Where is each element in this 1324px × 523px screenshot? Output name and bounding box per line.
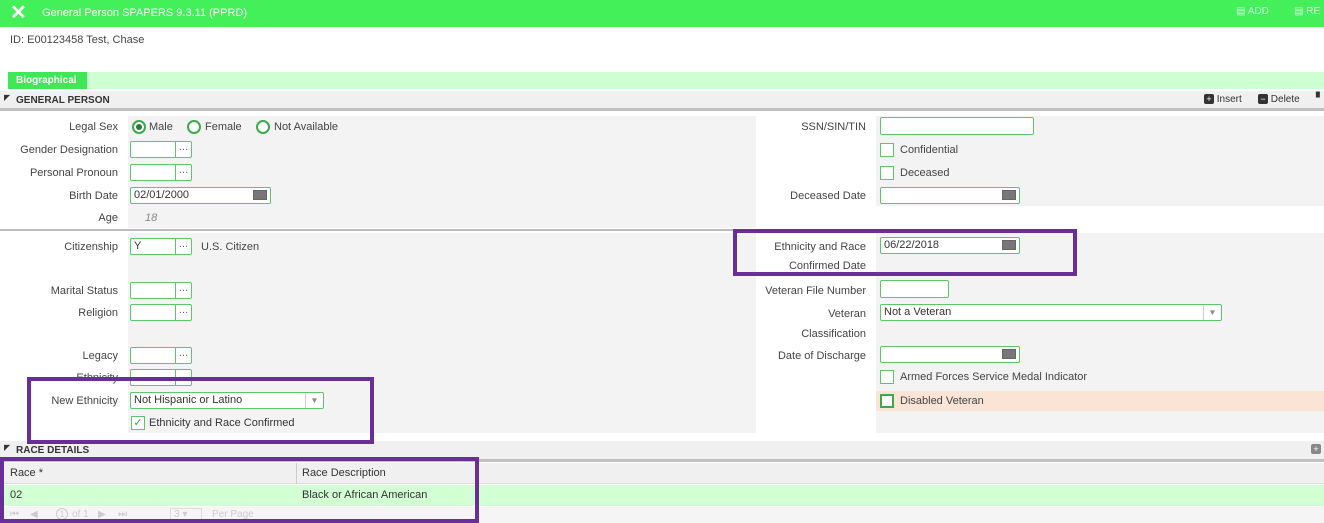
deceased-date-field[interactable] [880,187,1020,204]
personal-pronoun-field[interactable]: … [130,164,192,181]
close-icon[interactable]: ✕ [10,2,27,24]
re-button[interactable]: ▤ RE [1294,6,1320,17]
radio-female[interactable] [187,120,201,134]
calendar-icon[interactable] [1002,190,1016,200]
add-button[interactable]: ▤ ADD [1236,6,1269,17]
legacy-label: Legacy [82,350,118,362]
birth-date-field[interactable]: 02/01/2000 [130,187,271,204]
age-value: 18 [145,212,158,224]
veteran-label-1: Veteran [828,308,866,320]
section-title: RACE DETAILS [16,445,90,456]
tab-bar [8,72,1324,89]
veteran-label-2: Classification [801,328,866,340]
collapse-icon[interactable]: ◤ [4,93,10,102]
collapse-icon[interactable]: ◤ [4,443,10,452]
age-label: Age [98,212,118,224]
citizenship-field[interactable]: Y… [130,238,192,255]
radio-female-label: Female [205,121,242,133]
legal-sex-label: Legal Sex [69,121,118,133]
date-of-discharge-label: Date of Discharge [777,350,866,362]
religion-label: Religion [78,307,118,319]
confidential-label: Confidential [900,144,959,156]
id-line: ID: E00123458 Test, Chase [10,34,145,46]
radio-not-available[interactable] [256,120,270,134]
deceased-date-label: Deceased Date [790,190,866,202]
veteran-file-field[interactable] [880,280,949,298]
insert-button[interactable]: + Insert [1204,94,1242,105]
page-title: General Person SPAPERS 9.3.11 (PPRD) [42,7,248,19]
citizenship-label: Citizenship [64,241,118,253]
highlight-box-race-details [0,457,479,523]
veteran-classification-select[interactable]: Not a Veteran ▼ [880,304,1222,321]
tab-biographical[interactable]: Biographical [8,72,87,89]
calendar-icon[interactable] [253,190,267,200]
citizenship-value: Y [134,240,142,252]
title-bar: ✕ General Person SPAPERS 9.3.11 (PPRD) ▤… [0,0,1324,27]
delete-label: Delete [1270,94,1300,105]
lookup-icon[interactable]: … [175,165,191,180]
chevron-down-icon[interactable]: ▼ [1203,305,1221,320]
marital-status-label: Marital Status [50,285,118,297]
calendar-icon[interactable] [1002,349,1016,359]
re-button-label: RE [1306,6,1321,17]
confidential-checkbox[interactable] [880,143,894,157]
religion-field[interactable]: … [130,304,192,321]
delete-button[interactable]: − Delete [1258,94,1300,105]
insert-label: Insert [1216,94,1242,105]
date-of-discharge-field[interactable] [880,346,1020,363]
deceased-label: Deceased [900,167,950,179]
gender-designation-label: Gender Designation [20,144,118,156]
radio-male-label: Male [149,121,173,133]
lookup-icon[interactable]: … [175,239,191,254]
section-title: GENERAL PERSON [16,95,110,106]
gender-designation-field[interactable]: … [130,141,192,158]
lookup-icon[interactable]: … [175,305,191,320]
ssn-field[interactable] [880,117,1034,135]
lookup-icon[interactable]: … [175,348,191,363]
armed-forces-checkbox[interactable] [880,370,894,384]
birth-date-label: Birth Date [69,190,118,202]
legacy-field[interactable]: … [130,347,192,364]
disabled-veteran-checkbox[interactable] [880,394,894,408]
veteran-file-label: Veteran File Number [765,285,866,297]
personal-pronoun-label: Personal Pronoun [29,167,118,179]
highlight-box-new-ethnicity [27,377,374,444]
highlight-box-confirmed-date [733,229,1077,276]
radio-male[interactable] [132,120,146,134]
plus-icon: + [1204,94,1214,104]
radio-not-available-label: Not Available [274,121,339,133]
more-icon[interactable]: ▘ [1316,93,1324,104]
lookup-icon[interactable]: … [175,283,191,298]
add-button-label: ADD [1247,6,1269,17]
veteran-value: Not a Veteran [884,306,952,318]
add-row-icon[interactable]: + [1311,444,1321,454]
marital-status-field[interactable]: … [130,282,192,299]
armed-forces-label: Armed Forces Service Medal Indicator [900,371,1088,383]
ssn-label: SSN/SIN/TIN [801,121,866,133]
divider [0,229,756,231]
citizenship-desc: U.S. Citizen [201,241,260,253]
deceased-checkbox[interactable] [880,166,894,180]
disabled-veteran-label: Disabled Veteran [900,395,984,407]
minus-icon: − [1258,94,1268,104]
general-person-header: ◤ GENERAL PERSON + Insert − Delete ▘ [0,91,1324,111]
birth-date-value: 02/01/2000 [134,189,190,201]
lookup-icon[interactable]: … [175,142,191,157]
